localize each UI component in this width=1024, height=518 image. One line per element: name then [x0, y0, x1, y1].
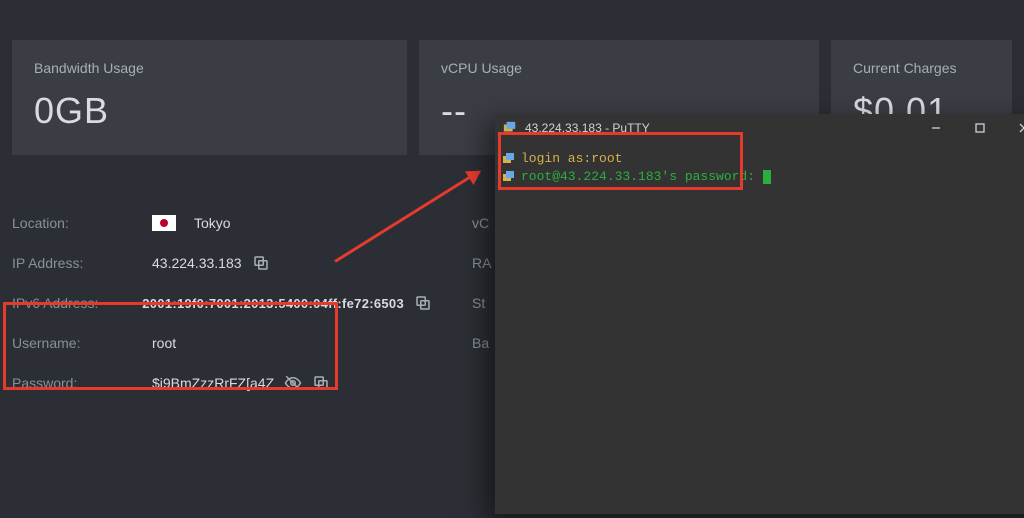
label-username: Username:	[12, 335, 152, 351]
label-password: Password:	[12, 375, 152, 391]
putty-window: 43.224.33.183 - PuTTY login as:root root…	[495, 114, 1024, 514]
flag-japan-icon	[152, 215, 176, 231]
putty-app-icon	[503, 121, 517, 135]
label-location: Location:	[12, 215, 152, 231]
terminal-cursor	[763, 170, 771, 184]
terminal-line-icon	[503, 171, 515, 183]
terminal-login-user: root	[591, 151, 622, 166]
putty-title: 43.224.33.183 - PuTTY	[525, 121, 650, 135]
copy-ipv6-icon[interactable]	[414, 294, 432, 312]
window-maximize-button[interactable]	[958, 114, 1002, 142]
terminal-password-prompt: root@43.224.33.183's password:	[521, 168, 755, 186]
value-location: Tokyo	[194, 215, 231, 231]
copy-password-icon[interactable]	[312, 374, 330, 392]
value-username: root	[152, 335, 176, 351]
value-ipv6: 2001:19f0:7001:2013:5400:04ff:fe72:6503	[142, 296, 404, 311]
row-ipv6: IPv6 Address: 2001:19f0:7001:2013:5400:0…	[12, 283, 432, 323]
toggle-password-visibility-icon[interactable]	[284, 374, 302, 392]
label-ipv6: IPv6 Address:	[12, 295, 142, 311]
row-password: Password: $i9BmZzzRrFZ[a4Z	[12, 363, 432, 403]
value-password: $i9BmZzzRrFZ[a4Z	[152, 375, 274, 391]
label-ip: IP Address:	[12, 255, 152, 271]
card-bandwidth: Bandwidth Usage 0GB	[12, 40, 407, 155]
card-bandwidth-title: Bandwidth Usage	[34, 60, 385, 76]
terminal-login-prompt: login as:	[521, 151, 591, 166]
card-charges-title: Current Charges	[853, 60, 990, 76]
terminal-line-icon	[503, 153, 515, 165]
window-close-button[interactable]	[1002, 114, 1024, 142]
row-ip: IP Address: 43.224.33.183	[12, 243, 432, 283]
card-vcpu-title: vCPU Usage	[441, 60, 797, 76]
putty-titlebar[interactable]: 43.224.33.183 - PuTTY	[495, 114, 1024, 142]
row-username: Username: root	[12, 323, 432, 363]
putty-terminal[interactable]: login as:root root@43.224.33.183's passw…	[495, 142, 1024, 514]
card-bandwidth-value: 0GB	[34, 90, 385, 132]
window-minimize-button[interactable]	[914, 114, 958, 142]
copy-ip-icon[interactable]	[252, 254, 270, 272]
value-ip: 43.224.33.183	[152, 255, 242, 271]
